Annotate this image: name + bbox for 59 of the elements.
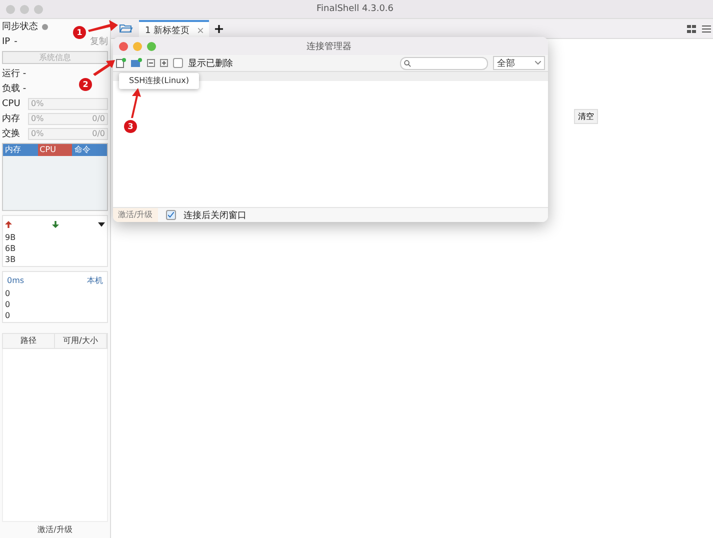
close-button[interactable] bbox=[119, 42, 128, 50]
plus-icon[interactable] bbox=[214, 24, 223, 32]
dialog-title: 连接管理器 bbox=[306, 40, 352, 52]
menu-icon[interactable] bbox=[702, 24, 711, 32]
folder-icon[interactable] bbox=[119, 23, 133, 34]
meter-amount: 0/0 bbox=[92, 114, 105, 123]
collapse-icon[interactable] bbox=[147, 59, 155, 67]
column-header[interactable]: 可用/大小 bbox=[55, 334, 107, 348]
traffic-value: 6B bbox=[4, 243, 17, 254]
checkbox-label: 显示已删除 bbox=[188, 58, 233, 70]
meter-label: CPU bbox=[2, 98, 22, 108]
activate-upgrade-link[interactable]: 激活/升级 bbox=[0, 522, 110, 538]
close-icon[interactable] bbox=[198, 28, 203, 32]
host-label[interactable]: 本机 bbox=[85, 275, 105, 286]
meter-percent: 0% bbox=[31, 99, 44, 108]
up-arrow-icon bbox=[5, 221, 12, 228]
status-dot bbox=[42, 24, 48, 30]
latency-label: 0ms bbox=[6, 275, 26, 286]
grid-icon[interactable] bbox=[687, 24, 696, 32]
chevron-down-icon bbox=[535, 61, 541, 65]
column-header[interactable]: 内存 bbox=[3, 144, 38, 156]
column-header[interactable]: 命令 bbox=[72, 144, 108, 156]
menu-item[interactable]: SSH连接(Linux) bbox=[129, 75, 189, 87]
ip-label: IP bbox=[2, 36, 10, 46]
expand-icon[interactable] bbox=[160, 59, 168, 67]
arrow-icon bbox=[93, 60, 115, 76]
meter-label: 交换 bbox=[2, 128, 21, 140]
checkbox[interactable] bbox=[166, 210, 176, 220]
meter-amount: 0/0 bbox=[92, 129, 105, 138]
arrow-icon bbox=[129, 88, 141, 118]
clear-button[interactable]: 清空 bbox=[574, 109, 598, 124]
ip-value: - bbox=[14, 36, 18, 46]
ping-value: 0 bbox=[4, 299, 12, 310]
search-icon bbox=[404, 60, 411, 66]
search-field[interactable] bbox=[400, 56, 488, 70]
checkbox-label: 连接后关闭窗口 bbox=[184, 210, 247, 222]
ping-value: 0 bbox=[4, 310, 12, 321]
meter-label: 内存 bbox=[2, 112, 21, 125]
arrow-icon bbox=[88, 20, 118, 32]
stat-text: 运行 - bbox=[2, 68, 26, 80]
traffic-value: 3B bbox=[4, 254, 17, 265]
new-file-icon[interactable] bbox=[116, 58, 126, 68]
new-folder-icon[interactable] bbox=[131, 58, 142, 68]
activate-upgrade-link[interactable]: 激活/升级 bbox=[113, 208, 158, 222]
meter-percent: 0% bbox=[31, 129, 44, 138]
window-title: FinalShell 4.3.0.6 bbox=[315, 4, 395, 14]
caret-icon[interactable] bbox=[98, 222, 105, 227]
filter-dropdown[interactable]: 全部 bbox=[493, 56, 545, 70]
stat-text: 负载 - bbox=[2, 82, 26, 95]
tab[interactable]: 1 新标签页 bbox=[139, 20, 209, 38]
checkbox[interactable] bbox=[173, 58, 183, 68]
column-header[interactable]: CPU bbox=[38, 144, 72, 156]
sync-status-label: 同步状态 bbox=[2, 20, 38, 33]
column-header[interactable]: 路径 bbox=[3, 334, 55, 348]
down-arrow-icon bbox=[52, 221, 58, 228]
ping-value: 0 bbox=[4, 288, 12, 299]
meter-percent: 0% bbox=[31, 114, 44, 123]
traffic-value: 9B bbox=[4, 232, 17, 243]
zoom-button[interactable] bbox=[147, 42, 156, 50]
